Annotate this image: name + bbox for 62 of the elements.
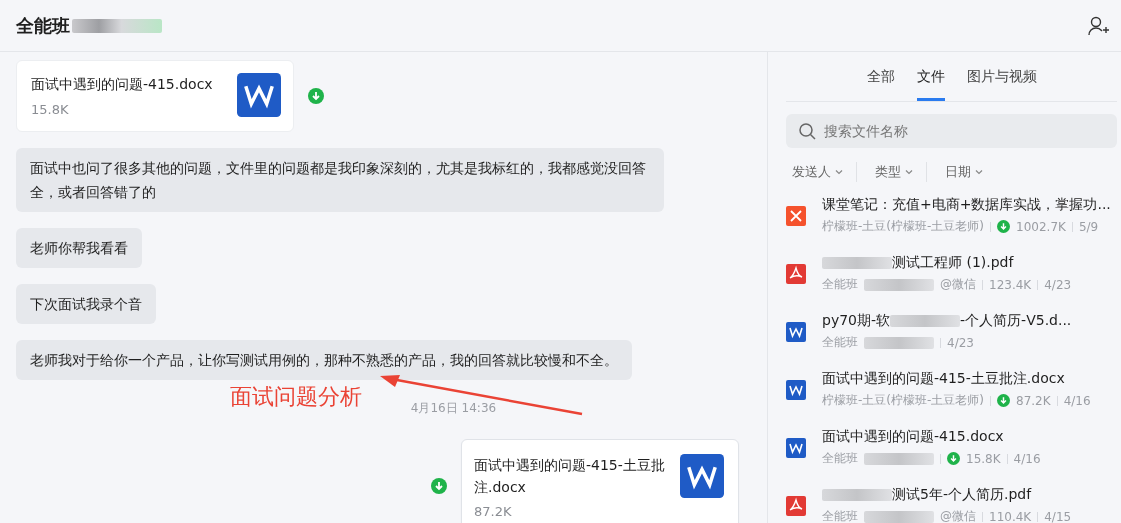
file-date: 4/16 bbox=[1063, 393, 1091, 408]
file-name: py70期-软 bbox=[822, 312, 891, 330]
sender-name: 柠檬班-土豆(柠檬班-土豆老师) bbox=[822, 218, 985, 235]
file-size: 1002.7K bbox=[1016, 219, 1066, 234]
download-icon[interactable] bbox=[947, 452, 960, 465]
message-bubble: 老师你帮我看看 bbox=[16, 228, 142, 268]
file-size: 110.4K bbox=[989, 509, 1032, 523]
sender-name: @微信 bbox=[940, 276, 976, 293]
file-name: 测试5年-个人简历.pdf bbox=[892, 486, 1032, 504]
chat-title: 全能班 bbox=[16, 13, 70, 38]
file-name: 课堂笔记：充值+电商+数据库实战，掌握功... bbox=[822, 196, 1111, 214]
file-name: 面试中遇到的问题-415.docx bbox=[31, 75, 214, 94]
file-date: 4/23 bbox=[1044, 277, 1072, 292]
file-date: 4/23 bbox=[947, 335, 974, 350]
file-card[interactable]: 面试中遇到的问题-415-土豆批注.docx 87.2K bbox=[461, 439, 739, 523]
file-name: -个人简历-V5.d... bbox=[960, 312, 1072, 330]
search-field[interactable]: 搜索文件名称 bbox=[786, 114, 1117, 148]
sender-name: 全能班 bbox=[822, 334, 858, 351]
download-icon[interactable] bbox=[431, 477, 447, 494]
tab[interactable]: 文件 bbox=[916, 52, 945, 101]
chevron-down-icon bbox=[904, 167, 914, 177]
file-row[interactable]: 课堂笔记：充值+电商+数据库实战，掌握功... 柠檬班-土豆(柠檬班-土豆老师) 1002.7K 5/9 bbox=[786, 188, 1117, 243]
filter-dropdown[interactable]: 日期 bbox=[939, 162, 996, 182]
message-bubble: 下次面试我录个音 bbox=[16, 284, 156, 324]
file-size: 123.4K bbox=[989, 277, 1032, 292]
annotation-text: 面试问题分析 bbox=[230, 383, 362, 411]
download-icon[interactable] bbox=[308, 88, 324, 104]
file-size: 15.8K bbox=[966, 451, 1001, 466]
download-icon[interactable] bbox=[997, 220, 1011, 233]
file-row[interactable]: 面试中遇到的问题-415-土豆批注.docx 柠檬班-土豆(柠檬班-土豆老师) 87.2K 4/16 bbox=[786, 362, 1117, 417]
file-row[interactable]: 测试工程师 (1).pdf 全能班 @微信 123.4K 4/23 bbox=[786, 246, 1117, 301]
filter-dropdown[interactable]: 发送人 bbox=[786, 162, 857, 182]
file-date: 4/16 bbox=[1013, 451, 1041, 466]
file-name: 测试工程师 (1).pdf bbox=[892, 254, 1014, 272]
timestamp: 4月16日 14:36 bbox=[410, 400, 497, 417]
chevron-down-icon bbox=[834, 167, 844, 177]
sender-name: 全能班 bbox=[822, 450, 858, 467]
file-card[interactable]: 面试中遇到的问题-415.docx 15.8K bbox=[16, 60, 294, 132]
file-size: 87.2K bbox=[1016, 393, 1051, 408]
search-icon bbox=[798, 122, 816, 140]
sender-name: 全能班 bbox=[822, 276, 858, 293]
download-icon[interactable] bbox=[997, 394, 1011, 407]
file-row[interactable]: py70期-软 -个人简历-V5.d... 全能班 4/23 bbox=[786, 304, 1117, 359]
file-name: 面试中遇到的问题-415-土豆批注.docx bbox=[822, 370, 1065, 388]
filter-dropdown[interactable]: 类型 bbox=[869, 162, 927, 182]
tab[interactable]: 图片与视频 bbox=[966, 52, 1037, 101]
file-size: 87.2K bbox=[474, 504, 513, 519]
file-row[interactable]: 面试中遇到的问题-415.docx 全能班 15.8K 4/16 bbox=[786, 420, 1117, 475]
chevron-down-icon bbox=[974, 167, 984, 177]
file-row[interactable]: 测试5年-个人简历.pdf 全能班 @微信 110.4K 4/15 bbox=[786, 478, 1117, 523]
file-date: 4/15 bbox=[1044, 509, 1072, 523]
file-date: 5/9 bbox=[1078, 219, 1099, 234]
add-person-icon[interactable] bbox=[1087, 14, 1109, 37]
file-name: 面试中遇到的问题-415-土豆批注.docx bbox=[474, 456, 666, 497]
sender-name: 全能班 bbox=[822, 508, 858, 523]
message-bubble: 面试中也问了很多其他的问题，文件里的问题都是我印象深刻的，尤其是我标红的，我都感觉没回答全，或者回答错了的 bbox=[16, 148, 664, 212]
file-name: 面试中遇到的问题-415.docx bbox=[822, 428, 1004, 446]
sender-name: @微信 bbox=[940, 508, 976, 523]
file-size: 15.8K bbox=[31, 102, 70, 117]
tab[interactable]: 全部 bbox=[866, 52, 895, 101]
sender-name: 柠檬班-土豆(柠檬班-土豆老师) bbox=[822, 392, 985, 409]
message-bubble: 老师我对于给你一个产品，让你写测试用例的，那种不熟悉的产品，我的回答就比较慢和不全。 bbox=[16, 340, 632, 380]
